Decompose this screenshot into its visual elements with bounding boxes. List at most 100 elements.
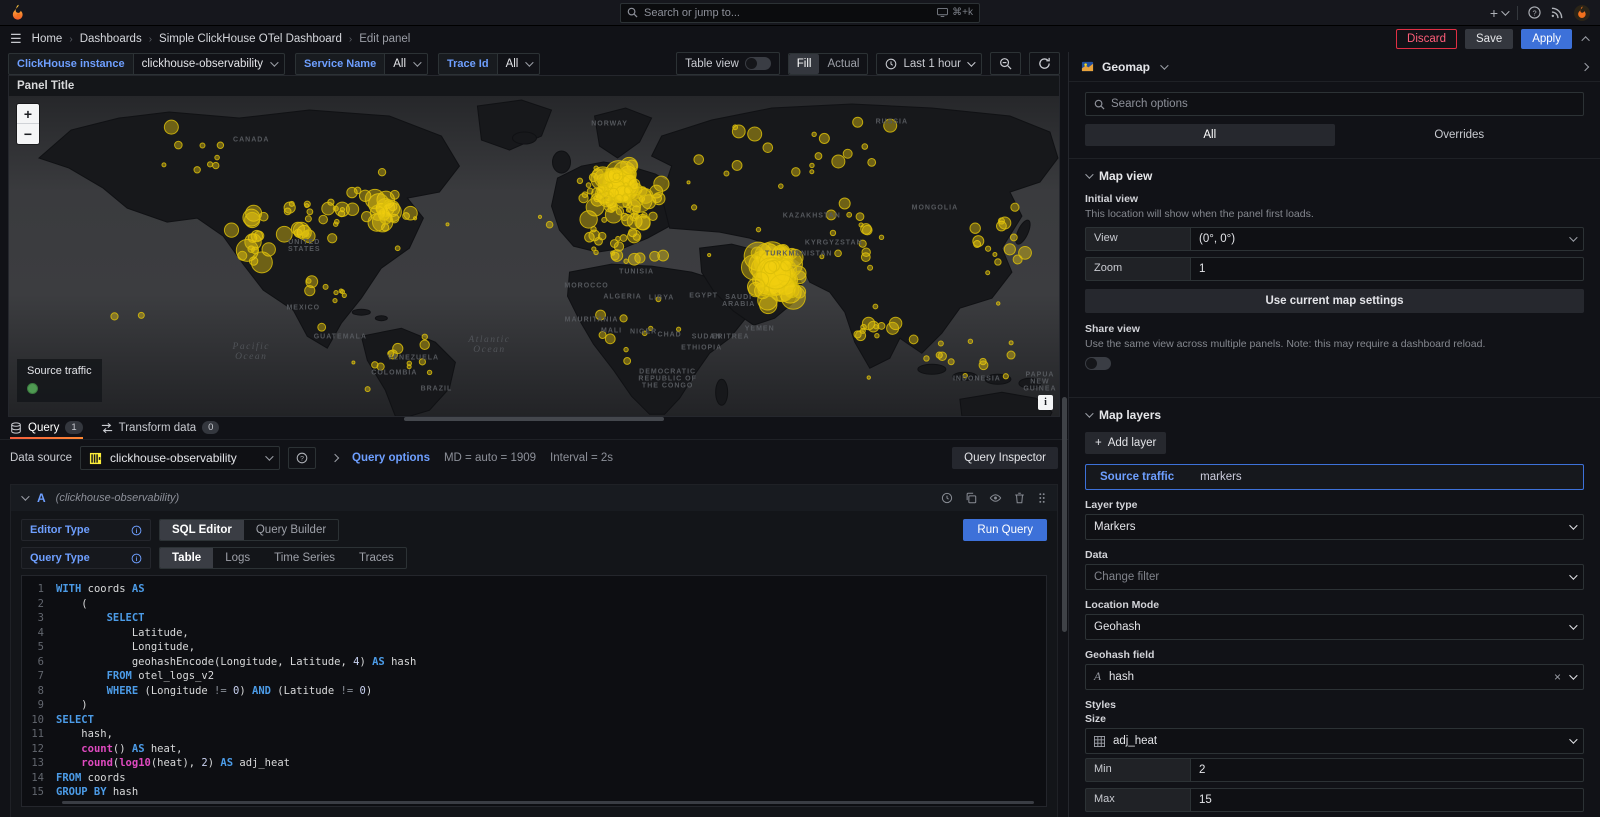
help-icon[interactable]: ? — [1528, 6, 1541, 19]
options-tab-overrides[interactable]: Overrides — [1335, 124, 1585, 146]
svg-text:?: ? — [1532, 8, 1536, 17]
options-search[interactable] — [1085, 92, 1584, 116]
table-view-toggle[interactable]: Table view — [676, 52, 780, 75]
map-zoom-in-button[interactable]: + — [17, 104, 39, 124]
traffic-marker — [1009, 341, 1013, 345]
apply-button[interactable]: Apply — [1521, 29, 1572, 49]
trash-icon[interactable] — [1014, 492, 1025, 504]
toggle-knob[interactable] — [745, 57, 771, 70]
tab-transform-data[interactable]: Transform data 0 — [101, 421, 220, 439]
traffic-marker — [251, 252, 272, 273]
breadcrumb-item[interactable]: Edit panel — [359, 33, 410, 45]
news-icon[interactable] — [1551, 6, 1564, 19]
view-select[interactable]: (0°, 0°) — [1190, 227, 1584, 251]
traffic-marker — [1011, 203, 1019, 211]
traffic-marker — [654, 176, 669, 191]
zoom-input[interactable] — [1199, 263, 1575, 275]
traffic-marker — [365, 387, 370, 392]
location-mode-select[interactable]: Geohash — [1085, 614, 1584, 640]
sql-line: 2 ( — [22, 597, 1046, 612]
min-input[interactable] — [1199, 764, 1575, 776]
refresh-button[interactable] — [1029, 52, 1060, 75]
traffic-marker — [993, 252, 997, 256]
add-layer-button[interactable]: + Add layer — [1085, 432, 1166, 454]
map-layers-section-header[interactable]: Map layers — [1085, 408, 1584, 422]
copy-icon[interactable] — [965, 492, 977, 504]
size-field-select[interactable]: adj_heat — [1085, 728, 1584, 754]
query-type-table[interactable]: Table — [160, 548, 213, 568]
datasource-help-icon[interactable]: ? — [288, 447, 316, 469]
geomap-canvas[interactable]: RUSSIACANADAUNITED STATESMEXICOGUATEMALA… — [9, 96, 1059, 416]
new-menu-button[interactable]: + — [1490, 5, 1507, 21]
run-query-button[interactable]: Run Query — [963, 519, 1047, 541]
traffic-marker — [446, 223, 449, 226]
clear-icon[interactable]: × — [1554, 670, 1561, 684]
map-attribution-button[interactable]: i — [1038, 395, 1053, 410]
fill-actual-switch: Fill Actual — [788, 53, 869, 75]
max-input[interactable] — [1199, 794, 1575, 806]
traffic-marker — [624, 259, 628, 263]
clickhouse-icon — [89, 452, 102, 465]
chevron-right-icon: › — [69, 34, 72, 45]
traffic-marker — [111, 313, 118, 320]
query-type-traces[interactable]: Traces — [347, 548, 406, 568]
user-avatar[interactable] — [1574, 5, 1590, 21]
editor-type-query-builder[interactable]: Query Builder — [244, 520, 338, 540]
breadcrumb: Home›Dashboards›Simple ClickHouse OTel D… — [32, 33, 411, 45]
share-view-toggle[interactable] — [1085, 357, 1111, 370]
scrollbar[interactable] — [1062, 397, 1067, 632]
line-number: 14 — [22, 771, 56, 786]
search-input[interactable] — [644, 7, 931, 19]
data-filter-select[interactable]: Change filter — [1085, 564, 1584, 590]
options-search-input[interactable] — [1111, 98, 1575, 110]
menu-icon[interactable]: ☰ — [10, 31, 22, 47]
traffic-marker — [616, 208, 623, 215]
variable-value[interactable]: clickhouse-observability — [134, 53, 285, 75]
breadcrumb-item[interactable]: Simple ClickHouse OTel Dashboard — [159, 33, 342, 45]
variable-label[interactable]: Service Name — [295, 53, 385, 75]
tab-query[interactable]: Query 1 — [10, 421, 83, 439]
time-range-picker[interactable]: Last 1 hour — [876, 53, 982, 75]
viz-picker-title[interactable]: Geomap — [1102, 60, 1150, 74]
zoom-out-time-button[interactable] — [990, 52, 1021, 75]
traffic-marker — [764, 261, 777, 274]
variable-value[interactable]: All — [498, 53, 541, 75]
sql-scrollbar[interactable] — [62, 801, 1034, 804]
actual-option[interactable]: Actual — [819, 54, 867, 74]
query-row-header[interactable]: A (clickhouse-observability) — [11, 485, 1057, 511]
fill-option[interactable]: Fill — [789, 54, 820, 74]
drag-handle-icon[interactable] — [1037, 492, 1047, 504]
line-number: 6 — [22, 655, 56, 670]
breadcrumb-item[interactable]: Dashboards — [80, 33, 142, 45]
traffic-marker — [763, 143, 773, 153]
datasource-picker[interactable]: clickhouse-observability — [80, 446, 280, 470]
use-current-map-settings-button[interactable]: Use current map settings — [1085, 289, 1584, 313]
discard-button[interactable]: Discard — [1396, 29, 1457, 49]
breadcrumb-item[interactable]: Home — [32, 33, 63, 45]
editor-type-sql-editor[interactable]: SQL Editor — [160, 520, 244, 540]
query-options-toggle[interactable]: Query options — [352, 452, 430, 464]
sql-editor[interactable]: 1WITH coords AS2 (3 SELECT4 Latitude,5 L… — [21, 575, 1047, 807]
variable-value[interactable]: All — [385, 53, 428, 75]
info-icon[interactable]: i — [131, 525, 142, 536]
history-icon[interactable] — [941, 492, 953, 504]
options-tab-all[interactable]: All — [1085, 124, 1335, 146]
query-type-time-series[interactable]: Time Series — [262, 548, 347, 568]
variable-label[interactable]: Trace Id — [438, 53, 498, 75]
save-button[interactable]: Save — [1465, 29, 1513, 49]
eye-icon[interactable] — [989, 492, 1002, 504]
layer-item-source-traffic[interactable]: Source traffic markers — [1085, 464, 1584, 490]
map-view-section-header[interactable]: Map view — [1085, 169, 1584, 183]
panel-title[interactable]: Panel Title — [9, 76, 1059, 96]
info-icon[interactable]: i — [131, 553, 142, 564]
global-search[interactable]: ⌘+k — [620, 3, 980, 23]
map-zoom-out-button[interactable]: − — [17, 124, 39, 144]
grafana-logo-icon[interactable] — [10, 4, 27, 21]
geohash-field-select[interactable]: A hash × — [1085, 664, 1584, 690]
layer-type-select[interactable]: Markers — [1085, 514, 1584, 540]
variable-label[interactable]: ClickHouse instance — [8, 53, 134, 75]
query-inspector-button[interactable]: Query Inspector — [952, 447, 1058, 469]
query-type-logs[interactable]: Logs — [213, 548, 262, 568]
collapse-top-icon[interactable] — [1584, 36, 1590, 42]
collapse-pane-icon[interactable] — [1582, 64, 1588, 70]
